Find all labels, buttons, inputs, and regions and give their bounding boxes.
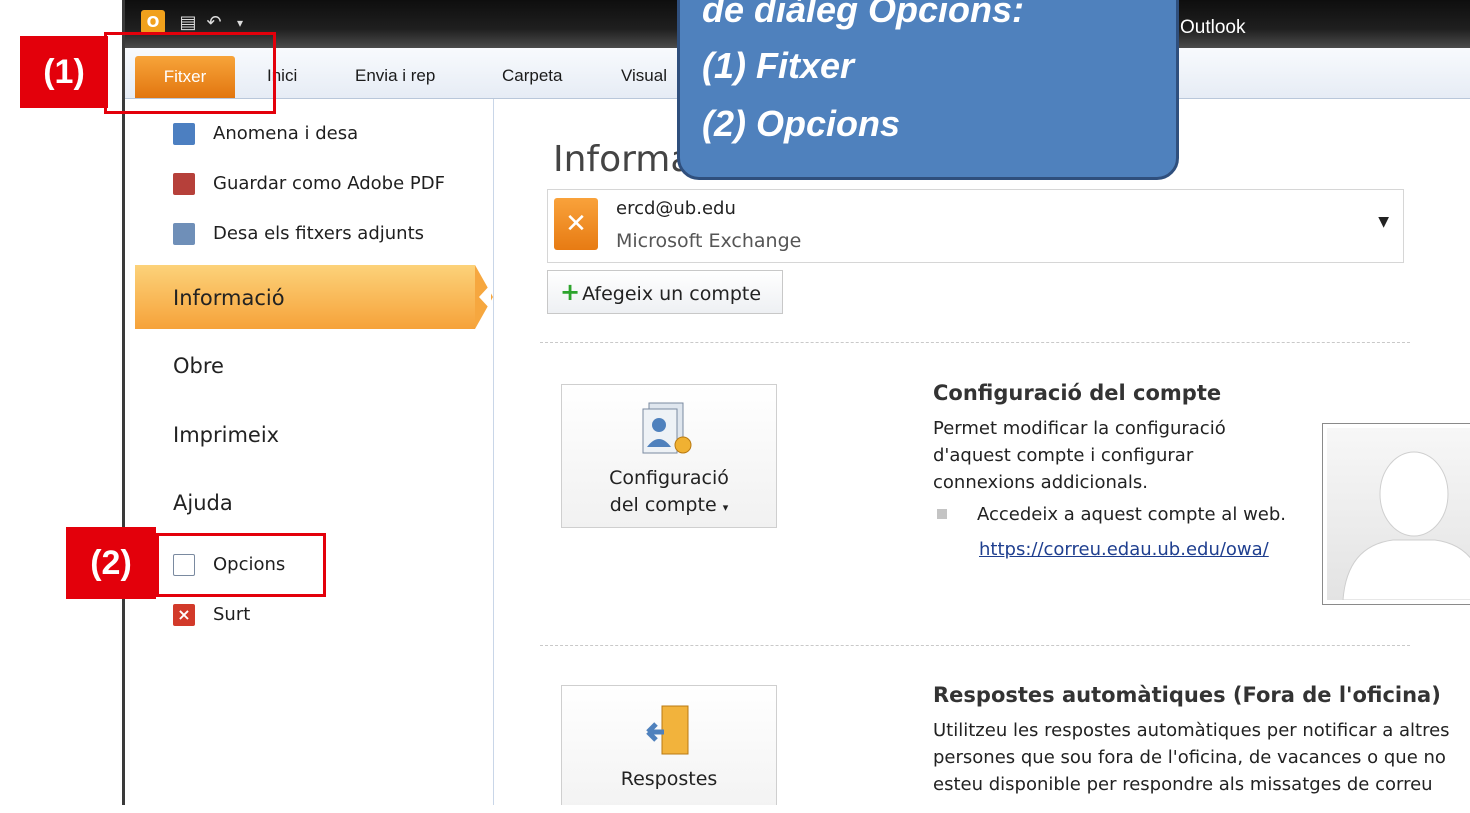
auto-replies-heading: Respostes automàtiques (Fora de l'oficin… (933, 683, 1441, 707)
step-1-marker: (1) (20, 36, 108, 108)
callout-line-3: (2) Opcions (702, 103, 901, 144)
attachments-icon (173, 223, 195, 245)
account-settings-button-line1: Configuració (609, 467, 729, 489)
plus-icon: + (560, 278, 581, 306)
page-title: Informa (553, 139, 693, 180)
pdf-icon (173, 173, 195, 195)
account-selector[interactable]: ✕ ercd@ub.edu Microsoft Exchange ▼ (547, 189, 1404, 263)
auto-replies-button[interactable]: Respostes (561, 685, 777, 805)
save-as-icon (173, 123, 195, 145)
save-icon[interactable]: ▤ (177, 13, 199, 33)
nav-help[interactable]: Ajuda (173, 491, 233, 515)
auto-replies-desc-1: Utilitzeu les respostes automàtiques per… (933, 720, 1450, 741)
exchange-icon: ✕ (554, 198, 598, 250)
separator (540, 342, 1410, 343)
add-account-button[interactable]: + Afegeix un compte (547, 270, 783, 314)
account-email: ercd@ub.edu (616, 198, 736, 219)
door-icon (646, 705, 689, 755)
backstage-content: Informa ✕ ercd@ub.edu Microsoft Exchange… (495, 99, 1470, 805)
tab-folder[interactable]: Carpeta (502, 66, 562, 86)
auto-replies-desc-3: esteu disponible per respondre als missa… (933, 774, 1433, 795)
exit-command[interactable]: × Surt (173, 600, 250, 630)
separator (540, 645, 1410, 646)
window-title: Outlook (1180, 17, 1246, 38)
nav-open[interactable]: Obre (173, 354, 224, 378)
chevron-down-icon: ▾ (722, 501, 729, 514)
save-as-command[interactable]: Anomena i desa (173, 119, 358, 149)
save-attachments-command[interactable]: Desa els fitxers adjunts (173, 219, 424, 249)
nav-info-label: Informació (173, 286, 285, 310)
exit-icon: × (173, 604, 195, 626)
account-settings-button-line2: del compte (609, 494, 717, 516)
backstage-nav: Anomena i desa Guardar como Adobe PDF De… (135, 99, 494, 805)
auto-replies-desc-2: persones que sou fora de l'oficina, de v… (933, 747, 1446, 768)
undo-icon[interactable]: ↶ (203, 13, 225, 33)
nav-print[interactable]: Imprimeix (173, 423, 279, 447)
step-1-highlight (104, 32, 276, 114)
instruction-callout: de diàleg Opcions: (1) Fitxer (2) Opcion… (677, 0, 1179, 180)
account-settings-heading: Configuració del compte (933, 381, 1222, 405)
nav-info-notch (479, 284, 491, 310)
bullet-icon (937, 509, 947, 519)
step-2-marker: (2) (66, 527, 156, 599)
person-silhouette-icon (1342, 451, 1470, 600)
callout-line-2: (1) Fitxer (702, 45, 855, 86)
tab-send-receive[interactable]: Envia i rep (355, 66, 435, 86)
account-type: Microsoft Exchange (616, 230, 802, 252)
contact-photo (1322, 423, 1470, 605)
auto-replies-button-label: Respostes (620, 768, 718, 790)
save-as-pdf-command[interactable]: Guardar como Adobe PDF (173, 169, 445, 199)
account-settings-icon (642, 402, 692, 454)
tab-view[interactable]: Visual (621, 66, 667, 86)
customize-qat-icon[interactable]: ▾ (229, 13, 251, 33)
chevron-down-icon[interactable]: ▼ (1378, 214, 1389, 230)
callout-line-1: de diàleg Opcions: (702, 0, 1025, 30)
outlook-app-icon[interactable]: O (141, 10, 165, 34)
account-settings-button[interactable]: Configuració del compte ▾ (561, 384, 777, 528)
owa-link[interactable]: https://correu.edau.ub.edu/owa/ (979, 536, 1269, 563)
step-2-highlight (156, 533, 326, 597)
